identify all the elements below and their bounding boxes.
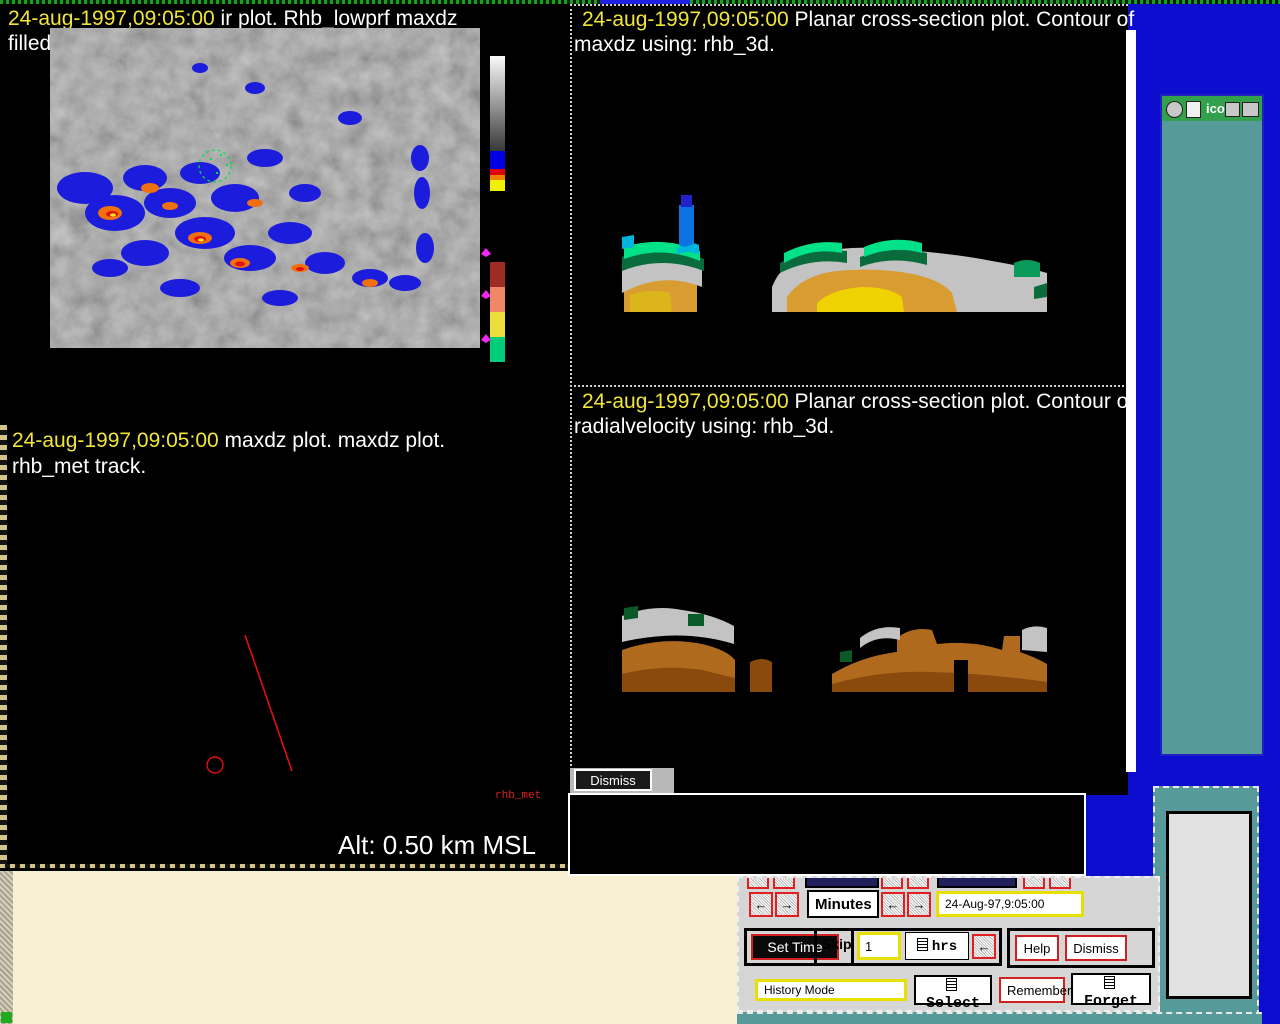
ppi-window-title: 24-aug-1997,09:05:00 maxdz plot. maxdz p… [12,429,445,453]
clipped-button[interactable] [773,876,795,889]
terminal-scrollbar[interactable] [0,871,13,1024]
clipped-button[interactable] [1049,876,1071,889]
dismiss-button[interactable]: Dismiss [1065,935,1127,961]
background-window [1153,786,1259,1016]
track-end-circle [207,757,223,773]
minutes-fwd2-button[interactable]: → [907,892,931,917]
platform-table-window [568,793,1086,876]
clipped-button[interactable] [1023,876,1045,889]
xs-dismiss-bar: Dismiss [570,768,674,793]
skip-label: Skip [822,936,852,952]
hrs-menu-button[interactable]: hrs [905,932,969,960]
ir-colorbar [490,56,505,191]
help-button[interactable]: Help [1015,935,1059,961]
minutes-fwd-button[interactable]: ← [881,892,905,917]
cross-section-dismiss-button[interactable]: Dismiss [574,769,652,791]
xs2-contours [622,606,1047,692]
menu-icon [946,978,957,991]
cross-section-maxdz-window: 24-aug-1997,09:05:00 Planar cross-sectio… [570,4,1128,387]
history-mode-field[interactable] [755,979,907,1001]
xs2-plot[interactable] [614,404,1054,709]
skip-back-button[interactable]: ← [972,934,996,959]
icon-window-titlebar[interactable]: icon [1162,96,1262,121]
time-control-dialog: ← → Minutes ← → Set Time Skip hrs ← Help… [737,876,1160,1012]
minutes-back-button[interactable]: ← [749,892,773,917]
clipped-button[interactable] [907,876,929,889]
window-border-left [0,425,7,870]
menu-icon [1104,976,1115,989]
rhb-met-track-line [245,635,292,771]
ppi-title-main: maxdz plot. maxdz plot. [219,429,445,452]
select-label: Select [926,995,980,1012]
maxdz-ppi-window: 24-aug-1997,09:05:00 maxdz plot. maxdz p… [0,425,572,870]
time-field[interactable] [936,891,1084,917]
track-platform-label: rhb_met [495,790,541,802]
ir-maxdz-colorbar [490,262,505,362]
document-icon[interactable] [1186,101,1201,118]
ppi-title-time: 24-aug-1997,09:05:00 [12,429,219,452]
ir-plot-window: 24-aug-1997,09:05:00 ir plot. Rhb_lowprf… [0,4,572,425]
terminal-window[interactable] [0,868,740,1024]
window-menu-icon[interactable] [1166,101,1183,118]
ir-satellite-image[interactable] [50,28,480,348]
terminal-scroll-corner [1,1012,12,1023]
clipped-button[interactable] [881,876,903,889]
maximize-icon[interactable] [1242,102,1259,117]
xs1-contours [622,195,1047,312]
hrs-label: hrs [932,939,957,955]
icon-toolbox-window: icon [1160,94,1264,756]
desktop: 24-aug-1997,09:05:00 ir plot. Rhb_lowprf… [0,0,1280,1024]
background-window-bottom-edge [737,1012,1262,1024]
window-scroll-strip[interactable] [1126,30,1136,772]
clipped-button[interactable] [937,876,1017,888]
background-window-panel [1166,811,1252,999]
ir-title-main: ir plot. Rhb_lowprf maxdz [215,7,458,30]
menu-icon [917,938,928,951]
minutes-button[interactable]: Minutes [807,890,879,918]
forget-button[interactable]: Forget [1071,973,1151,1005]
clipped-button[interactable] [805,876,879,888]
xs1-plot[interactable] [614,17,1054,329]
select-button[interactable]: Select [914,975,992,1005]
altitude-readout: Alt: 0.50 km MSL [338,830,536,861]
ir-title-time: 24-aug-1997,09:05:00 [8,7,215,30]
minutes-back2-button[interactable]: → [775,892,799,917]
minimize-icon[interactable] [1225,102,1240,117]
clipped-button[interactable] [747,876,769,889]
skip-field[interactable] [857,932,901,960]
remember-button[interactable]: Remember [999,977,1065,1003]
forget-label: Forget [1084,993,1138,1010]
cross-section-radialvelocity-window: 24-aug-1997,09:05:00 Planar cross-sectio… [570,385,1128,795]
ppi-radar-plot[interactable] [10,453,480,811]
